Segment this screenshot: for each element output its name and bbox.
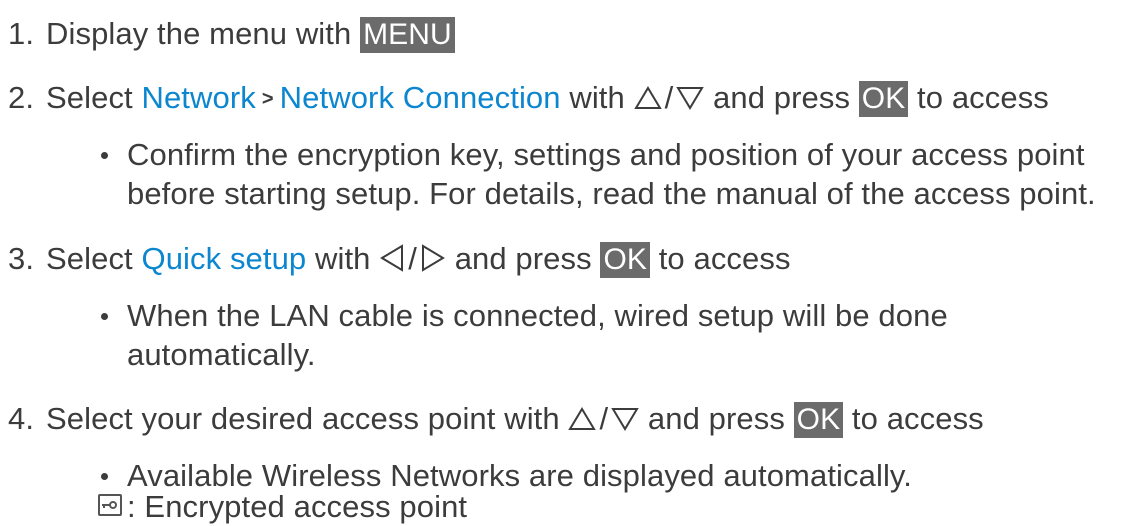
left-triangle-icon: [380, 244, 404, 272]
ok-key: OK: [793, 402, 844, 438]
note-text: automatically.: [127, 337, 316, 372]
bullet: [101, 152, 108, 159]
note-text: before starting setup. For details, read…: [127, 176, 1096, 211]
bullet: [101, 313, 108, 320]
step-text: with: [569, 80, 625, 115]
step-text: and press: [713, 80, 851, 115]
down-triangle-icon: [676, 87, 705, 110]
menu-key: MENU: [360, 17, 455, 53]
up-triangle-icon: [568, 407, 597, 430]
step-text: Select: [46, 80, 133, 115]
step-number: 1.: [8, 16, 35, 51]
quick-setup-link: Quick setup: [141, 241, 307, 276]
step-2: 2. Select Network > Network Connection with…: [8, 79, 1049, 118]
slash-separator: /: [408, 241, 417, 276]
slash-separator: /: [664, 80, 674, 115]
step-text: with: [315, 241, 371, 276]
slash-separator: /: [599, 401, 609, 436]
note-text: When the LAN cable is connected, wired s…: [127, 298, 948, 333]
chevron-right-icon: >: [261, 88, 274, 110]
up-triangle-icon: [633, 86, 662, 109]
bullet: [101, 473, 108, 480]
step-3: 3. Select Quick setup with / and press OK…: [8, 240, 791, 278]
network-connection-link: Network Connection: [279, 80, 561, 115]
step-text: Select: [46, 241, 133, 276]
step-text: Select your desired access point with: [46, 401, 560, 436]
step-number: 3.: [8, 241, 35, 276]
legend-text: : Encrypted access point: [127, 489, 468, 524]
step-text: and press: [454, 241, 592, 276]
note-text: Confirm the encryption key, settings and…: [127, 137, 1085, 172]
step-1: 1. Display the menu with MENU: [8, 15, 455, 53]
right-triangle-icon: [421, 244, 445, 272]
ok-key: OK: [600, 242, 650, 278]
step-number: 4.: [8, 401, 35, 436]
step-text: to access: [917, 80, 1049, 115]
step-text: to access: [658, 241, 791, 276]
ok-key: OK: [858, 81, 909, 117]
network-link: Network: [141, 80, 256, 115]
step-text: Display the menu with: [46, 16, 352, 51]
step-number: 2.: [8, 80, 35, 115]
encrypted-lock-icon: [98, 494, 122, 516]
step-text: and press: [647, 401, 785, 436]
step-text: to access: [851, 401, 984, 436]
down-triangle-icon: [611, 408, 639, 431]
step-4: 4. Select your desired access point with …: [8, 400, 984, 438]
